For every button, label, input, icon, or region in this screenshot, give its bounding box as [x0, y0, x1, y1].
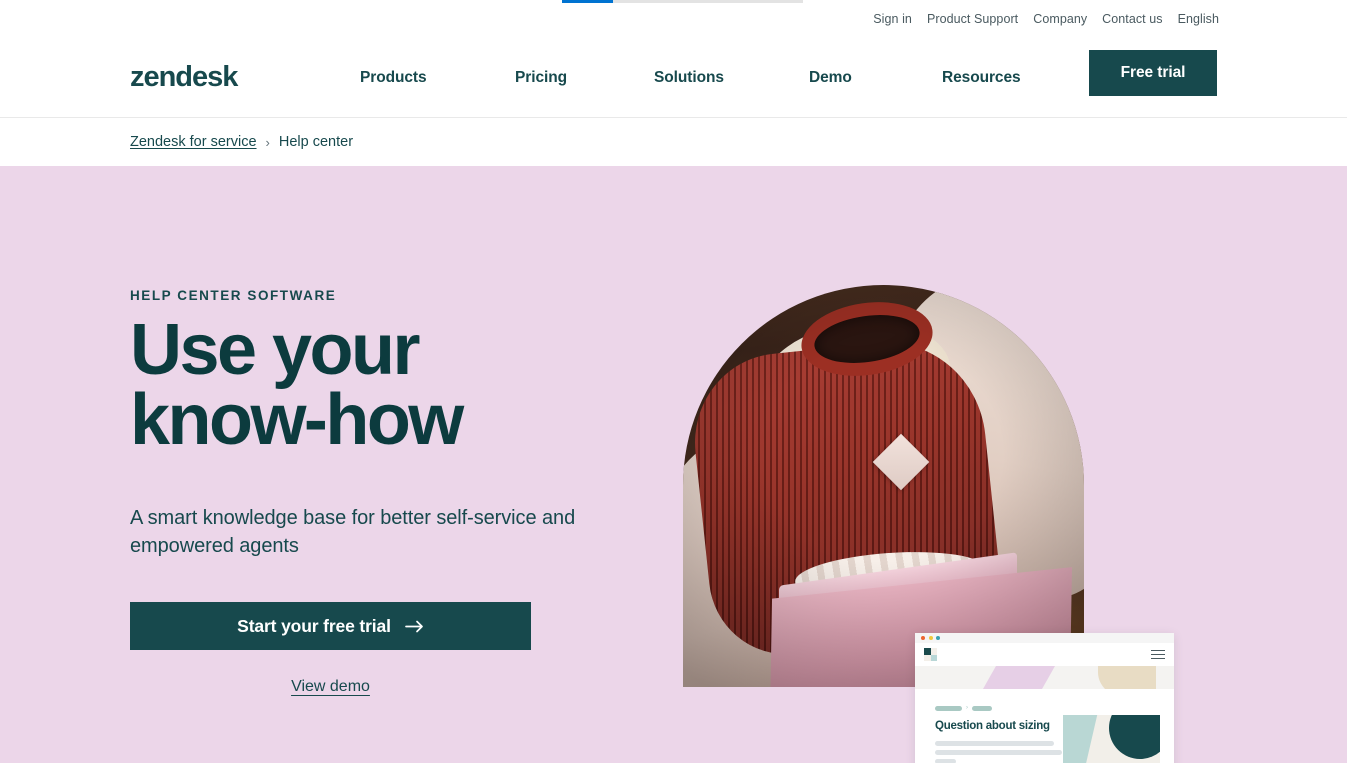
nav-item-list: Products Pricing Solutions Demo Resource… [360, 69, 1062, 87]
utility-link-company[interactable]: Company [1033, 13, 1087, 26]
breadcrumb: Zendesk for service › Help center [0, 118, 1347, 166]
page-load-progress-bar [562, 0, 803, 3]
utility-link-sign-in[interactable]: Sign in [873, 13, 912, 26]
free-trial-button[interactable]: Free trial [1089, 50, 1217, 96]
window-close-dot-icon [921, 636, 925, 640]
mockup-article-body: › Question about sizing [915, 689, 1174, 763]
banner-tan-shape [1098, 666, 1156, 689]
hero-section: HELP CENTER SOFTWARE Use your know-how A… [0, 166, 1347, 763]
zendesk-logo[interactable]: zendesk [130, 63, 238, 92]
page-title: Use your know-how [130, 314, 690, 456]
illustration-dark-circle [1109, 715, 1160, 759]
nav-item-solutions[interactable]: Solutions [654, 69, 809, 87]
progress-fill [562, 0, 613, 3]
page-root: Sign in Product Support Company Contact … [0, 0, 1347, 763]
nav-item-resources[interactable]: Resources [942, 69, 1062, 87]
nav-item-products[interactable]: Products [360, 69, 515, 87]
mockup-titlebar [915, 633, 1174, 643]
hero-eyebrow: HELP CENTER SOFTWARE [130, 288, 337, 303]
hero-title-line-1: Use your [130, 310, 420, 390]
nav-item-demo[interactable]: Demo [809, 69, 942, 87]
mockup-chevron-right-icon: › [966, 705, 968, 711]
mockup-hero-banner [915, 666, 1174, 689]
arrow-right-icon [404, 620, 424, 633]
illustration-teal-shape [1063, 715, 1098, 763]
hero-copy: HELP CENTER SOFTWARE Use your know-how A… [130, 288, 690, 696]
utility-link-language[interactable]: English [1178, 13, 1219, 26]
start-free-trial-button[interactable]: Start your free trial [130, 602, 531, 651]
banner-pink-shape [983, 666, 1055, 689]
window-minimize-dot-icon [928, 636, 933, 640]
help-center-browser-mockup: › Question about sizing [915, 633, 1174, 763]
nav-item-pricing[interactable]: Pricing [515, 69, 654, 87]
view-demo-link[interactable]: View demo [291, 678, 370, 696]
utility-link-product-support[interactable]: Product Support [927, 13, 1018, 26]
mockup-brand-logo-icon [924, 648, 937, 661]
hero-image [683, 285, 1084, 687]
chevron-right-icon: › [265, 134, 270, 150]
utility-link-contact-us[interactable]: Contact us [1102, 13, 1162, 26]
mockup-crumb-pill-2 [972, 705, 992, 711]
hero-image-art [683, 285, 1084, 687]
hamburger-menu-icon[interactable] [1151, 649, 1165, 660]
photo-vignette [683, 285, 1084, 687]
mockup-crumb-pill-1 [935, 705, 962, 711]
mockup-article-illustration [1063, 715, 1160, 763]
skeleton-line [935, 750, 1062, 755]
skeleton-line [935, 759, 956, 763]
view-demo-wrap: View demo [130, 678, 531, 696]
mockup-breadcrumb: › [935, 705, 1174, 711]
breadcrumb-parent-link[interactable]: Zendesk for service [130, 134, 257, 150]
window-maximize-dot-icon [936, 636, 940, 640]
utility-nav: Sign in Product Support Company Contact … [0, 0, 1347, 38]
mockup-site-header [915, 643, 1174, 666]
start-free-trial-label: Start your free trial [237, 615, 391, 636]
hero-title-line-2: know-how [130, 379, 464, 460]
breadcrumb-current: Help center [278, 134, 354, 150]
hero-subtitle: A smart knowledge base for better self-s… [130, 506, 576, 558]
main-navigation: zendesk Products Pricing Solutions Demo … [0, 38, 1347, 118]
skeleton-line [935, 741, 1054, 746]
